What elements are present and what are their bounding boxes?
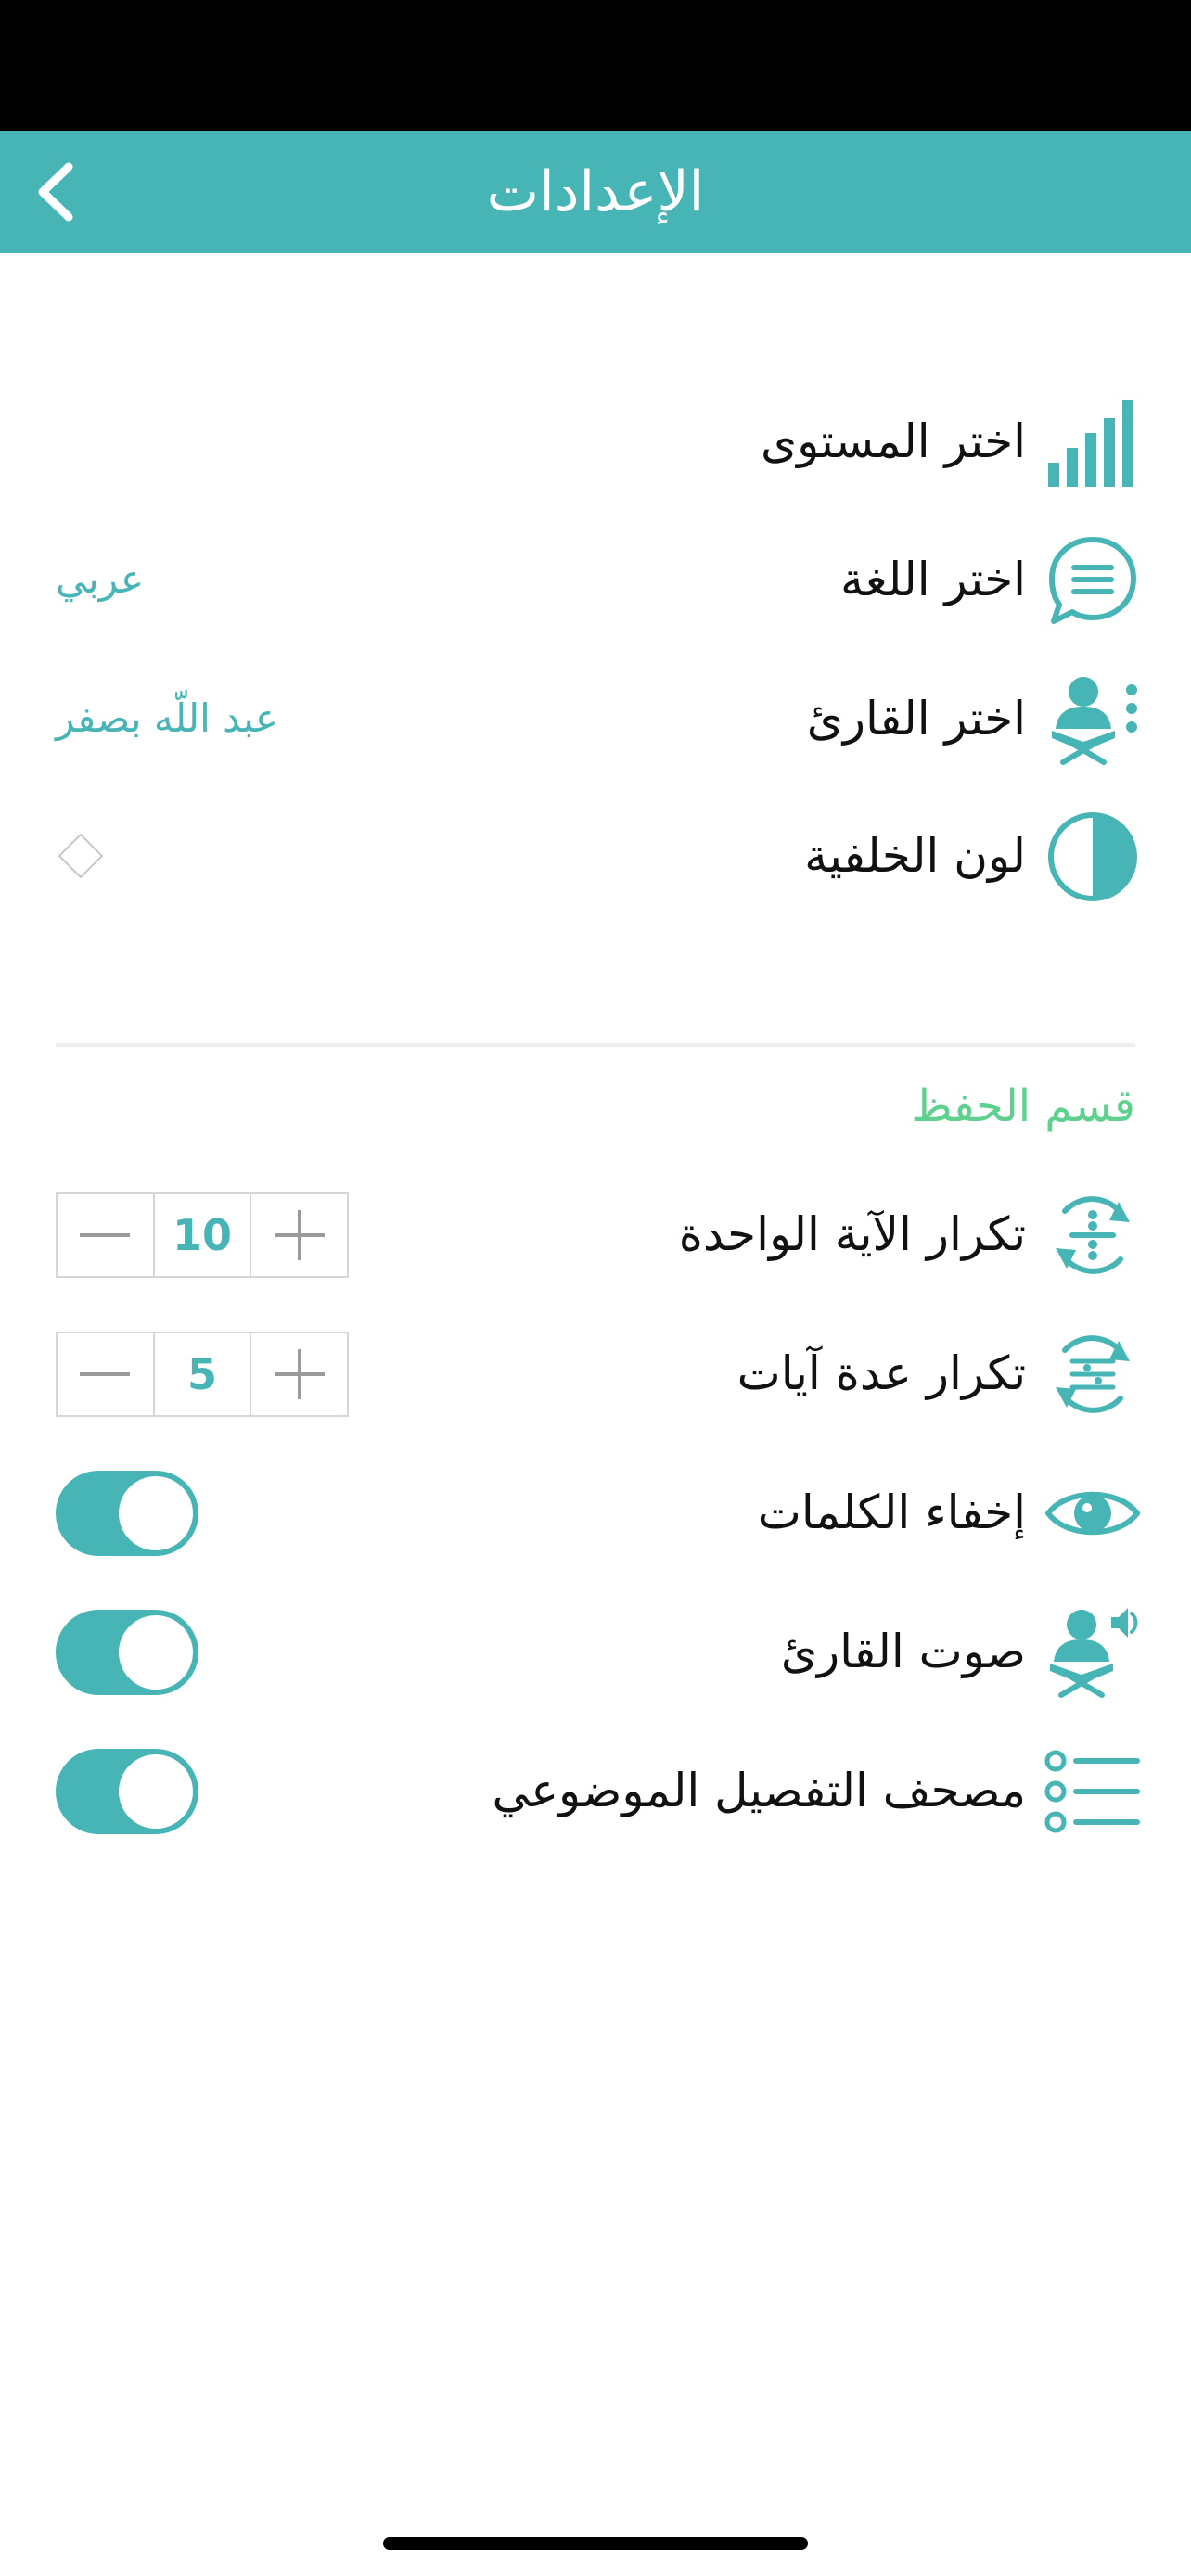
setting-label: اختر المستوى <box>760 414 1026 468</box>
status-bar <box>0 0 1191 131</box>
setting-label: اختر اللغة <box>840 553 1026 606</box>
reciter-value: عبد اللّه بصفر <box>56 695 278 741</box>
toggle-knob <box>119 1754 193 1829</box>
reciter-voice-icon <box>1044 1604 1141 1701</box>
setting-label: مصحف التفصيل الموضوعي <box>492 1764 1026 1817</box>
list-icon <box>1044 1743 1141 1840</box>
setting-label: صوت القارئ <box>780 1625 1026 1678</box>
repeat-verse-icon <box>1044 1187 1141 1283</box>
decrement-button[interactable] <box>58 1333 153 1415</box>
setting-label: تكرار عدة آيات <box>736 1346 1026 1400</box>
stepper-value: 5 <box>152 1333 252 1415</box>
minus-icon <box>80 1372 131 1376</box>
setting-reciter-voice: صوت القارئ <box>0 1591 1191 1712</box>
setting-background-color[interactable]: لون الخلفية <box>0 796 1191 916</box>
hide-words-toggle[interactable] <box>56 1471 198 1556</box>
plus-icon <box>274 1210 325 1260</box>
memorization-section-title: قسم الحفظ <box>911 1080 1135 1132</box>
nav-bar: الإعدادات <box>0 131 1191 253</box>
background-color-swatch[interactable] <box>58 833 104 879</box>
setting-label: اختر القارئ <box>806 692 1026 746</box>
section-divider <box>56 1043 1135 1047</box>
stepper-value: 10 <box>152 1194 252 1276</box>
chat-bubble-icon <box>1044 532 1141 629</box>
page-title: الإعدادات <box>486 159 705 224</box>
eye-icon <box>1044 1465 1141 1562</box>
setting-single-verse-repeat: تكرار الآية الواحدة 10 <box>0 1174 1191 1294</box>
setting-hide-words: إخفاء الكلمات <box>0 1452 1191 1573</box>
reciter-voice-toggle[interactable] <box>56 1610 198 1695</box>
setting-multi-verse-repeat: تكرار عدة آيات 5 <box>0 1313 1191 1434</box>
setting-label: لون الخلفية <box>804 829 1026 883</box>
home-indicator <box>383 2537 808 2550</box>
minus-icon <box>80 1233 131 1237</box>
repeat-verses-icon <box>1044 1326 1141 1422</box>
contrast-icon <box>1044 809 1141 905</box>
decrement-button[interactable] <box>58 1194 153 1276</box>
language-value: عربي <box>56 556 144 602</box>
toggle-knob <box>119 1476 193 1550</box>
single-verse-repeat-stepper: 10 <box>56 1192 349 1278</box>
toggle-knob <box>119 1615 193 1690</box>
setting-level[interactable]: اختر المستوى <box>0 381 1191 502</box>
setting-reciter[interactable]: اختر القارئ عبد اللّه بصفر <box>0 658 1191 779</box>
level-bars-icon <box>1044 394 1141 491</box>
multi-verse-repeat-stepper: 5 <box>56 1332 349 1417</box>
increment-button[interactable] <box>251 1333 347 1415</box>
setting-language[interactable]: اختر اللغة عربي <box>0 519 1191 640</box>
setting-topical-mushaf: مصحف التفصيل الموضوعي <box>0 1730 1191 1851</box>
increment-button[interactable] <box>251 1194 347 1276</box>
reciter-icon <box>1044 671 1141 768</box>
setting-label: إخفاء الكلمات <box>757 1486 1026 1539</box>
plus-icon <box>274 1349 325 1399</box>
topical-mushaf-toggle[interactable] <box>56 1749 198 1834</box>
setting-label: تكرار الآية الواحدة <box>678 1207 1026 1261</box>
